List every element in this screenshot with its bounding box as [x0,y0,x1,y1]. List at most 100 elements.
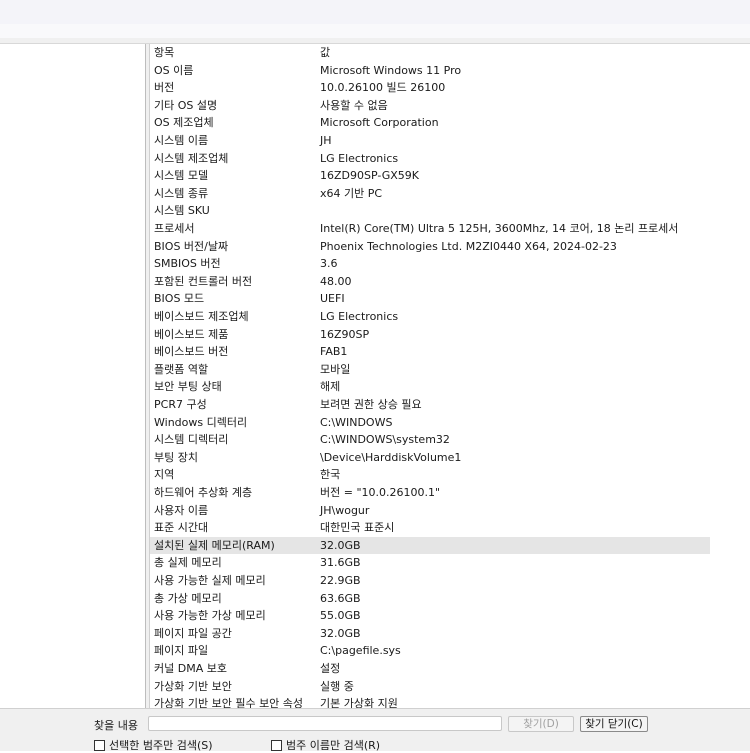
table-row[interactable]: 사용 가능한 실제 메모리 22.9GB [150,572,711,590]
table-row[interactable]: OS 이름 Microsoft Windows 11 Pro [150,62,711,80]
row-item-name: 커널 DMA 보호 [154,662,227,675]
column-header-value[interactable]: 값 [320,44,330,62]
table-row[interactable]: 사용자 이름 JH\wogur [150,502,711,520]
table-row[interactable]: PCR7 구성 보려면 권한 상승 필요 [150,396,711,414]
table-row[interactable]: 표준 시간대 대한민국 표준시 [150,519,711,537]
table-row[interactable]: 프로세서 Intel(R) Core(TM) Ultra 5 125H, 3600… [150,220,711,238]
table-row[interactable]: 시스템 디렉터리 C:\WINDOWS\system32 [150,431,711,449]
window-title-bar [0,0,750,24]
row-item-value: 31.6GB [320,556,361,570]
table-row[interactable]: Windows 디렉터리 C:\WINDOWS [150,414,711,432]
row-item-value: 버전 = "10.0.26100.1" [320,486,441,499]
table-row[interactable]: 베이스보드 제조업체 LG Electronics [150,308,711,326]
table-row[interactable]: SMBIOS 버전 3.6 [150,255,711,273]
table-row[interactable]: 페이지 파일 C:\pagefile.sys [150,642,711,660]
table-row[interactable]: 총 실제 메모리 31.6GB [150,554,711,572]
row-item-value: Phoenix Technologies Ltd. M2ZI0440 X64, … [320,239,617,253]
table-row[interactable]: OS 제조업체 Microsoft Corporation [150,114,711,132]
row-item-value: 실행 중 [320,679,354,693]
table-row[interactable]: BIOS 모드 UEFI [150,290,711,308]
table-row[interactable]: 베이스보드 제품 16Z90SP [150,326,711,344]
table-row[interactable]: 베이스보드 버전 FAB1 [150,343,711,361]
close-find-button[interactable]: 찾기 닫기(C) [580,716,648,732]
row-item-name: OS 이름 [154,63,194,77]
row-item-name: 플랫폼 역할 [154,362,209,376]
row-item-name: 페이지 파일 [154,644,209,658]
row-item-value: 해제 [320,380,341,394]
table-row[interactable]: 기타 OS 설명 사용할 수 없음 [150,97,711,115]
table-row[interactable]: 보안 부팅 상태 해제 [150,378,711,396]
search-selected-category-checkbox[interactable]: 선택한 범주만 검색(S) [94,737,213,753]
table-row[interactable]: 커널 DMA 보호 설정 [150,660,711,678]
row-item-value: 기본 가상화 지원 [320,697,398,708]
table-row[interactable]: 지역 한국 [150,466,711,484]
table-row[interactable]: 하드웨어 추상화 계층 버전 = "10.0.26100.1" [150,484,711,502]
row-item-value: 한국 [320,468,341,482]
table-row[interactable]: 가상화 기반 보안 실행 중 [150,678,711,696]
find-input[interactable] [148,716,502,731]
row-item-value: 32.0GB [320,538,361,552]
table-row[interactable]: 부팅 장치 \Device\HarddiskVolume1 [150,449,711,467]
table-row[interactable]: 시스템 종류 x64 기반 PC [150,185,711,203]
row-item-name: 지역 [154,468,175,482]
row-item-value: 설정 [320,662,341,675]
row-item-name: 총 가상 메모리 [154,591,222,605]
checkbox-label: 선택한 범주만 검색(S) [109,739,213,752]
table-row[interactable]: 버전 10.0.26100 빌드 26100 [150,79,711,97]
table-row[interactable]: 시스템 모델 16ZD90SP-GX59K [150,167,711,185]
row-item-name: 시스템 이름 [154,134,209,147]
row-item-value: C:\WINDOWS\system32 [320,433,450,447]
row-item-value: LG Electronics [320,151,399,165]
table-row[interactable]: 총 가상 메모리 63.6GB [150,590,711,608]
column-header-item[interactable]: 항목 [154,44,174,62]
row-item-value: FAB1 [320,345,348,359]
row-item-name: 시스템 모델 [154,169,209,183]
row-item-value: Microsoft Corporation [320,116,439,130]
search-category-names-checkbox[interactable]: 범주 이름만 검색(R) [271,737,380,753]
row-item-name: 부팅 장치 [154,450,198,464]
table-row[interactable]: 시스템 SKU [150,202,711,220]
checkbox-box[interactable] [94,739,105,751]
row-item-value: JH\wogur [320,503,370,517]
row-item-value: Intel(R) Core(TM) Ultra 5 125H, 3600Mhz,… [320,222,679,235]
row-item-value: Microsoft Windows 11 Pro [320,63,462,77]
row-item-value: 3.6 [320,257,338,271]
find-button[interactable]: 찾기(D) [508,716,574,732]
system-summary-list[interactable]: 항목 값 OS 이름 Microsoft Windows 11 Pro 버전 10.0… [149,44,711,708]
table-row[interactable]: 가상화 기반 보안 필수 보안 속성 기본 가상화 지원 [150,695,711,708]
find-label: 찾을 내용 [94,719,138,732]
table-row[interactable]: 시스템 제조업체 LG Electronics [150,150,711,168]
table-row[interactable]: 포함된 컨트롤러 버전 48.00 [150,273,711,291]
row-item-value: \Device\HarddiskVolume1 [320,450,462,464]
row-item-name: 시스템 제조업체 [154,151,229,165]
row-item-name: 베이스보드 버전 [154,345,229,359]
category-tree-pane[interactable] [0,44,146,708]
row-item-value: C:\pagefile.sys [320,644,401,658]
row-item-name: 사용 가능한 가상 메모리 [154,609,266,623]
row-item-name: PCR7 구성 [154,398,207,411]
row-item-name: 표준 시간대 [154,521,209,535]
row-item-name: 기타 OS 설명 [154,98,218,112]
row-item-value: 55.0GB [320,609,361,623]
row-item-name: 보안 부팅 상태 [154,380,222,394]
row-item-name: BIOS 버전/날짜 [154,239,229,253]
row-item-value: 보려면 권한 상승 필요 [320,398,422,411]
row-item-value: x64 기반 PC [320,186,383,200]
row-item-name: 설치된 실제 메모리(RAM) [154,538,275,552]
table-row[interactable]: BIOS 버전/날짜 Phoenix Technologies Ltd. M2ZI… [150,238,711,256]
row-item-name: 가상화 기반 보안 [154,679,232,693]
row-item-name: 버전 [154,81,175,95]
row-item-value: 16Z90SP [320,327,370,341]
table-row[interactable]: 페이지 파일 공간 32.0GB [150,625,711,643]
table-row[interactable]: 플랫폼 역할 모바일 [150,361,711,379]
row-item-name: 프로세서 [154,222,195,235]
row-item-value: 사용할 수 없음 [320,98,388,112]
row-item-name: 총 실제 메모리 [154,556,222,570]
row-item-value: JH [320,134,332,147]
checkbox-box[interactable] [271,739,282,751]
table-row[interactable]: 사용 가능한 가상 메모리 55.0GB [150,607,711,625]
list-right-blank [710,44,750,708]
table-row[interactable]: 시스템 이름 JH [150,132,711,150]
table-row[interactable]: 설치된 실제 메모리(RAM) 32.0GB [150,536,711,555]
row-item-name: OS 제조업체 [154,116,214,130]
